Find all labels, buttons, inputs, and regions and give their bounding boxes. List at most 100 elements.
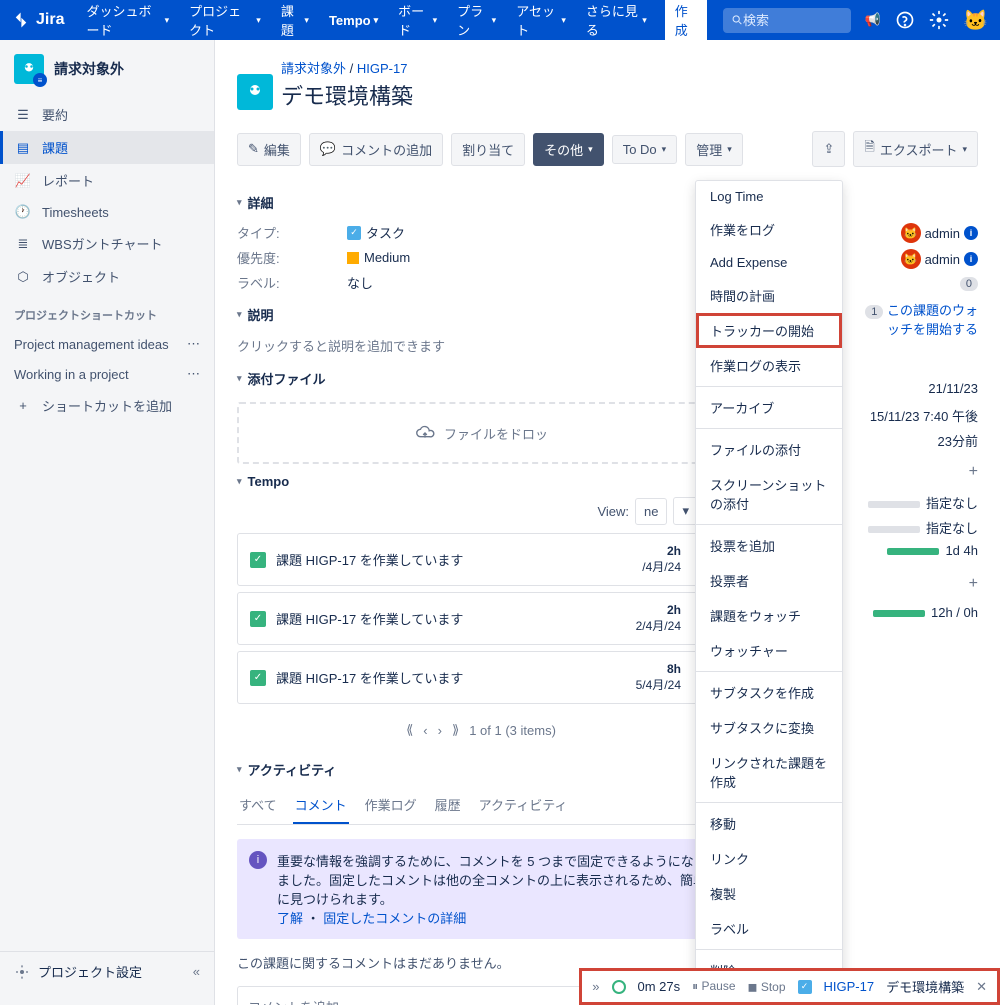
nav-more[interactable]: さらに見る▾ [578,0,655,45]
logged-value: 1d 4h [945,543,978,558]
status-button[interactable]: To Do ▾ [612,135,678,164]
dropdown-item[interactable]: ファイルの添付 [696,432,842,467]
worklog-row[interactable]: ✓ 課題 HIGP-17 を作業しています 8h5/4月/24 ⋯ [237,651,725,704]
breadcrumb-key[interactable]: HIGP-17 [357,61,408,76]
dropdown-item[interactable]: ラベル [696,911,842,946]
sidebar-item-gantt[interactable]: ≣WBSガントチャート [0,227,214,260]
tab-comments[interactable]: コメント [293,787,349,824]
tab-history[interactable]: 履歴 [433,787,463,824]
search-input[interactable] [743,13,843,28]
updated-value: 23分前 [938,431,978,450]
time-add-icon[interactable]: + [969,463,978,481]
tracker-expand[interactable]: » [592,979,599,994]
add-comment-button[interactable]: 💬 コメントの追加 [309,133,443,166]
breadcrumb-avatar [237,74,273,110]
dropdown-item[interactable]: Log Time [696,181,842,212]
info-ok-link[interactable]: 了解 [277,911,303,926]
settings-icon[interactable] [929,10,949,30]
collapse-icon[interactable]: « [193,964,200,979]
watchers-count: 1 [865,305,883,319]
assign-button[interactable]: 割り当て [451,133,525,166]
project-settings[interactable]: プロジェクト設定 [14,962,142,981]
watch-link[interactable]: この課題のウォッチを開始する [887,303,978,337]
activity-tabs: すべて コメント 作業ログ 履歴 アクティビティ [237,787,725,825]
tracker-title: デモ環境構築 [886,977,964,996]
dropdown-item[interactable]: リンクされた課題を作成 [696,745,842,799]
dropdown-item[interactable]: リンク [696,841,842,876]
dropdown-item[interactable]: 時間の計画 [696,278,842,313]
dropdown-item[interactable]: 作業ログの表示 [696,348,842,383]
view-select-left[interactable]: ne [635,498,667,525]
dropdown-item[interactable]: ウォッチャー [696,633,842,668]
tracker-close-icon[interactable]: ✕ [976,979,987,995]
jira-logo[interactable]: Jira [12,11,64,29]
pager-first[interactable]: ⟪ [406,722,413,738]
dropdown-item[interactable]: スクリーンショットの添付 [696,467,842,521]
dropdown-item[interactable]: 移動 [696,806,842,841]
worklog-row[interactable]: ✓ 課題 HIGP-17 を作業しています 2h/4月/24 ⋯ [237,533,725,586]
create-button[interactable]: 作成 [665,0,707,44]
collab-add-icon[interactable]: + [969,575,978,593]
dropdown-item[interactable]: サブタスクを作成 [696,675,842,710]
estimate-value: 指定なし [926,496,978,511]
pause-button[interactable]: ⏸ Pause [692,979,735,994]
label-label: ラベル: [237,273,347,292]
dropdown-item[interactable]: 投票者 [696,563,842,598]
dropdown-item[interactable]: 投票を追加 [696,528,842,563]
tab-activity[interactable]: アクティビティ [477,787,570,824]
info-icon[interactable]: i [964,226,978,240]
info-more-link[interactable]: 固定したコメントの詳細 [323,911,466,926]
section-activity[interactable]: ▾アクティビティ [237,760,725,779]
dropdown-item[interactable]: サブタスクに変換 [696,710,842,745]
share-button[interactable]: ⇪ [812,131,845,167]
section-desc[interactable]: ▾説明 [237,305,725,324]
nav-boards[interactable]: ボード▾ [390,0,445,45]
tab-all[interactable]: すべて [237,787,279,824]
dropdown-item[interactable]: アーカイブ [696,390,842,425]
sidebar-item-timesheets[interactable]: 🕐Timesheets [0,197,214,227]
section-tempo[interactable]: ▾Tempo [237,474,725,489]
dropdown-item[interactable]: トラッカーの開始 [696,313,842,348]
nav-dashboard[interactable]: ダッシュボード▾ [78,0,177,45]
user-avatar[interactable]: 🐱 [963,8,988,33]
nav-projects[interactable]: プロジェクト▾ [181,0,269,45]
pager-last[interactable]: ⟫ [452,722,459,738]
export-button[interactable]: 🗎 エクスポート ▾ [853,131,978,167]
tracker-key[interactable]: HIGP-17 [824,979,875,994]
search-box[interactable] [723,8,851,33]
stop-button[interactable]: ◼ Stop [748,980,786,994]
description-placeholder[interactable]: クリックすると説明を追加できます [237,332,725,359]
sidebar-item-summary[interactable]: ☰要約 [0,98,214,131]
section-detail[interactable]: ▾詳細 [237,193,725,212]
section-attach[interactable]: ▾添付ファイル [237,369,326,388]
tab-worklog[interactable]: 作業ログ [363,787,419,824]
nav-assets[interactable]: アセット▾ [508,0,574,45]
admin-button[interactable]: 管理 ▾ [685,133,743,166]
shortcut-1[interactable]: Project management ideas⋯ [0,329,214,359]
dropdown-item[interactable]: 複製 [696,876,842,911]
help-icon[interactable] [895,10,915,30]
edit-button[interactable]: ✎ 編集 [237,133,301,166]
sidebar-item-reports[interactable]: 📈レポート [0,164,214,197]
info-icon[interactable]: i [964,252,978,266]
pager-prev[interactable]: ‹ [423,723,427,738]
nav-plans[interactable]: プラン▾ [449,0,504,45]
megaphone-icon[interactable]: 📢 [865,12,881,28]
nav-tempo[interactable]: Tempo▾ [321,7,386,34]
pager-next[interactable]: › [438,723,442,738]
worklog-row[interactable]: ✓ 課題 HIGP-17 を作業しています 2h2/4月/24 ⋯ [237,592,725,645]
nav-issues[interactable]: 課題▾ [273,0,317,45]
dropdown-item[interactable]: Add Expense [696,247,842,278]
more-button[interactable]: その他 ▾ [533,133,604,166]
shortcut-2[interactable]: Working in a project⋯ [0,359,214,389]
dropdown-item[interactable]: 作業をログ [696,212,842,247]
breadcrumb: 請求対象外 / HIGP-17 [281,58,413,77]
add-shortcut[interactable]: +ショートカットを追加 [0,389,214,422]
assignee-avatar: 🐱 [901,223,921,243]
sidebar-item-issues[interactable]: ▤課題 [0,131,214,164]
dropdown-item[interactable]: 課題をウォッチ [696,598,842,633]
breadcrumb-project[interactable]: 請求対象外 [281,61,346,76]
attachment-dropzone[interactable]: ファイルをドロッ [237,402,725,464]
sidebar-item-objects[interactable]: ⬡オブジェクト [0,260,214,293]
priority-label: 優先度: [237,248,347,267]
